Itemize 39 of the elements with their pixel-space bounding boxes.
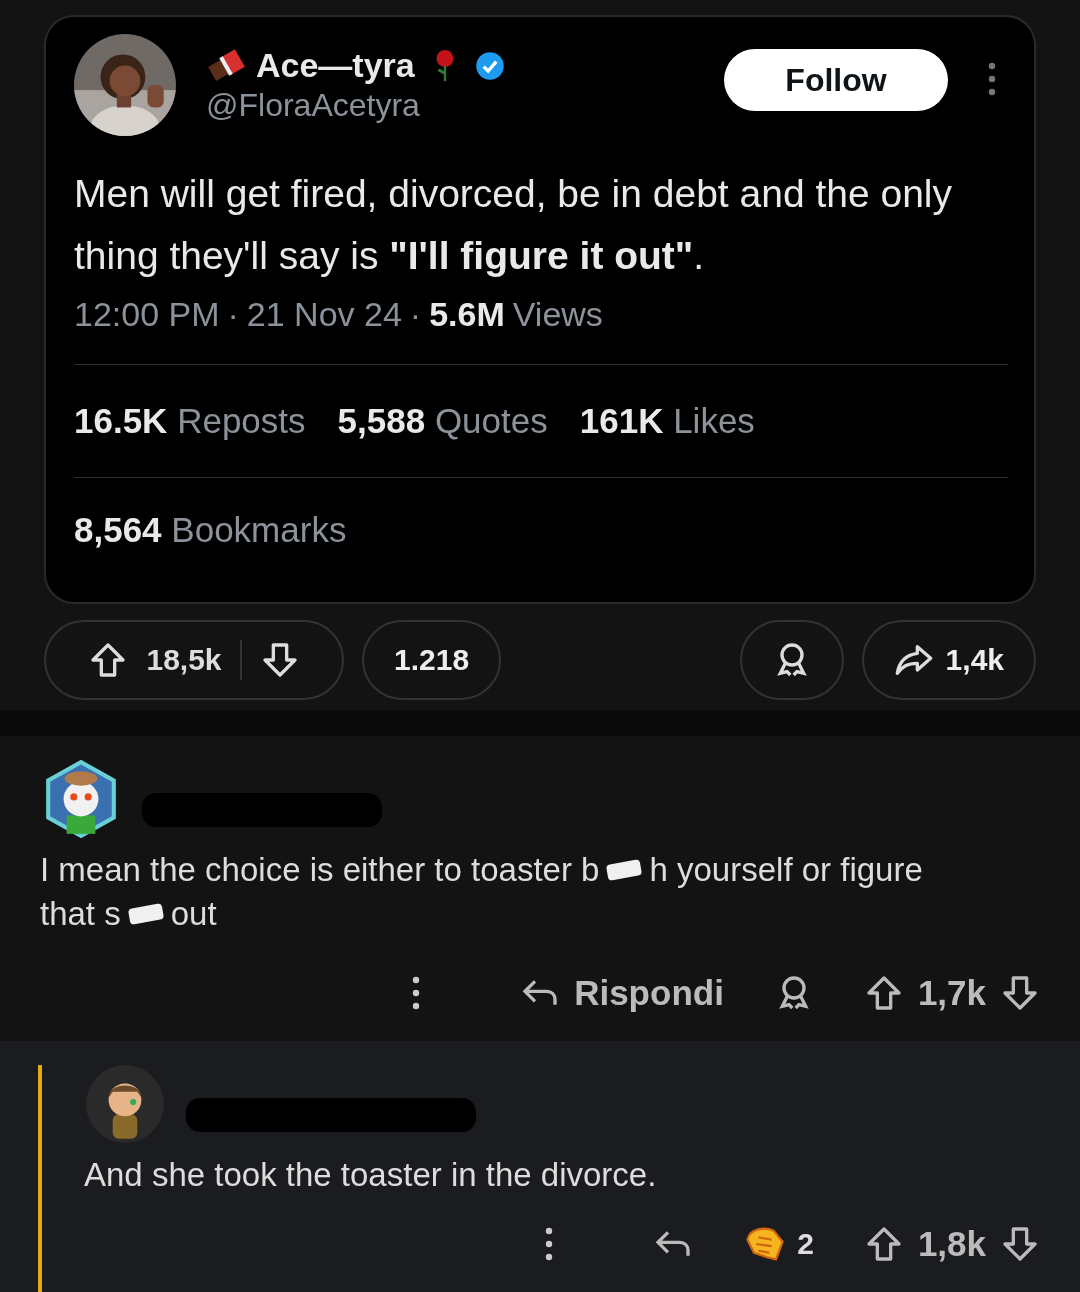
- views-count: 5.6M: [429, 295, 505, 334]
- stat-label: Quotes: [434, 401, 548, 440]
- downvote-icon[interactable]: [1000, 1224, 1040, 1264]
- chocolate-bar-icon: [206, 48, 246, 83]
- separator-dot: ·: [409, 295, 422, 334]
- stat-label: Reposts: [177, 401, 306, 440]
- award-count: 2: [797, 1227, 814, 1261]
- stat-count: 161K: [579, 401, 664, 440]
- redaction-scribble: [127, 903, 164, 925]
- vote-count: 1,7k: [917, 973, 986, 1013]
- comment-text: that s: [40, 894, 121, 934]
- award-button[interactable]: [739, 620, 844, 700]
- tweet-text: Men will get fired, divorced, be in debt and the only thing they'll say is "I'll figure it out".: [74, 171, 953, 279]
- bookmarks-count: 8,564: [74, 510, 162, 549]
- comments-button[interactable]: 1.218: [362, 620, 502, 700]
- comment-text: out: [170, 894, 217, 934]
- vote-count: 1,8k: [917, 1224, 986, 1264]
- upvote-count: 18,5k: [146, 643, 222, 677]
- stat-count: 5,588: [337, 401, 426, 440]
- tweet-time: 12:00 PM: [74, 295, 220, 334]
- more-options-icon[interactable]: [412, 975, 421, 1011]
- avatar-icon: [84, 1063, 166, 1145]
- bookmarks-label: Bookmarks: [171, 510, 347, 549]
- redaction-scribble: [606, 859, 643, 881]
- more-options-icon[interactable]: [545, 1226, 554, 1262]
- author-handle: @FloraAcetyra: [206, 87, 421, 124]
- follow-button[interactable]: Follow: [724, 49, 948, 111]
- comment-text: And she took the toaster in the divorce.: [84, 1155, 657, 1195]
- views-label: Views: [512, 295, 603, 334]
- comment-text: I mean the choice is either to toaster b: [40, 850, 600, 890]
- stat-count: 16.5K: [74, 401, 168, 440]
- tweet-date: 21 Nov 24: [246, 295, 402, 334]
- separator-dot: ·: [227, 295, 239, 334]
- share-button[interactable]: 1,4k: [861, 620, 1036, 700]
- comment-text: h yourself or figure: [649, 850, 923, 890]
- author-name: Ace—tyra: [256, 46, 415, 85]
- stat-label: Likes: [673, 401, 755, 440]
- reply-button[interactable]: Rispondi: [520, 973, 724, 1013]
- downvote-icon[interactable]: [1000, 973, 1040, 1013]
